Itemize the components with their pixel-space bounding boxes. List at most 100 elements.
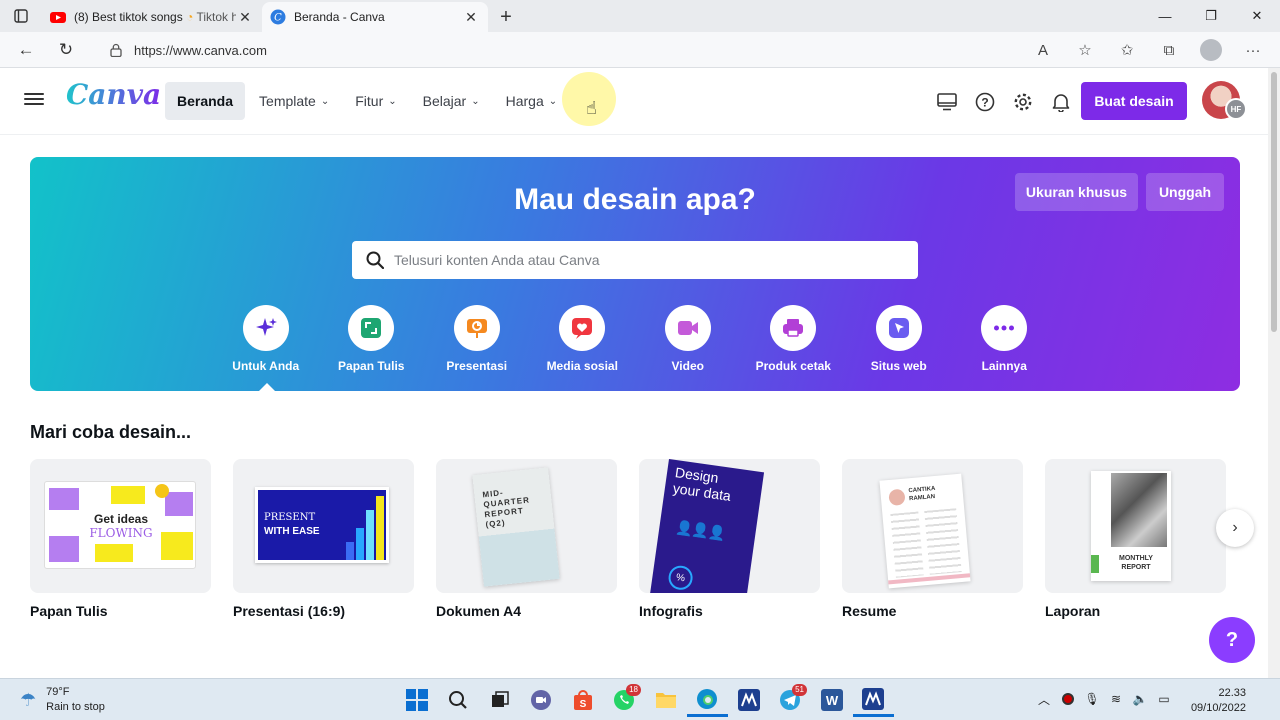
pinned-app-1[interactable]: [728, 683, 770, 717]
read-aloud-icon[interactable]: A: [1022, 34, 1064, 66]
chevron-down-icon: ⌄: [388, 95, 397, 107]
category-presentasi[interactable]: Presentasi: [424, 305, 530, 373]
category-media-sosial[interactable]: Media sosial: [530, 305, 636, 373]
back-button[interactable]: ←: [6, 34, 46, 66]
nav-harga[interactable]: Harga ⌄: [494, 82, 570, 120]
gear-icon[interactable]: [1004, 88, 1042, 116]
weather-desc: Rain to stop: [46, 701, 105, 713]
maximize-button[interactable]: ❐: [1188, 0, 1234, 32]
art-text: REPORT: [1121, 564, 1151, 571]
word-app[interactable]: W: [811, 683, 853, 717]
art-text: CANTIKA: [908, 485, 936, 495]
bell-icon[interactable]: [1042, 88, 1080, 116]
settings-more-icon[interactable]: ···: [1232, 34, 1274, 66]
chat-app[interactable]: [521, 683, 563, 717]
art-text: RAMLAN: [908, 494, 936, 503]
upload-button[interactable]: Unggah: [1146, 173, 1224, 211]
volume-icon[interactable]: 🔈: [1128, 689, 1152, 709]
tab-youtube[interactable]: (8) Best tiktok songs ◔ Tiktok h ✕: [42, 2, 262, 32]
create-design-button[interactable]: Buat desain: [1081, 82, 1187, 120]
app-m-icon: [737, 689, 760, 711]
svg-text:C: C: [274, 13, 282, 24]
tab-close-icon[interactable]: ✕: [236, 9, 254, 26]
record-icon[interactable]: [1056, 689, 1080, 709]
pinned-app-2[interactable]: [852, 683, 894, 717]
reload-icon: ↻: [58, 39, 74, 59]
desktop-app-icon[interactable]: [928, 88, 966, 116]
art-text: FLOWING: [89, 526, 153, 540]
whatsapp-app[interactable]: 18: [604, 683, 646, 717]
category-label: Media sosial: [546, 359, 618, 373]
favorites-icon[interactable]: ✩: [1106, 34, 1148, 66]
template-thumbnail: MID- QUARTER REPORT (Q2): [436, 459, 617, 593]
template-card-report[interactable]: MONTHLY REPORT Laporan: [1045, 459, 1226, 619]
chevron-up-icon[interactable]: ︿: [1032, 689, 1056, 709]
folder-icon: [655, 693, 676, 708]
chat-icon: [531, 690, 552, 710]
menu-icon[interactable]: [24, 90, 44, 110]
clock[interactable]: 22.33 09/10/2022: [1188, 686, 1246, 716]
nav-fitur[interactable]: Fitur ⌄: [343, 82, 408, 120]
category-untuk-anda[interactable]: Untuk Anda: [213, 305, 319, 373]
windows-icon: [405, 689, 428, 711]
new-tab-button[interactable]: +: [488, 2, 524, 32]
shopee-icon: S: [573, 690, 592, 710]
printer-icon: [783, 319, 804, 337]
url-text: https://www.canva.com: [134, 42, 267, 58]
category-lainnya[interactable]: Lainnya: [952, 305, 1058, 373]
nav-template[interactable]: Template ⌄: [247, 82, 341, 120]
custom-size-button[interactable]: Ukuran khusus: [1015, 173, 1138, 211]
template-card-resume[interactable]: CANTIKA RAMLAN Resume: [842, 459, 1023, 619]
tab-canva[interactable]: C Beranda - Canva ✕: [262, 2, 488, 32]
battery-icon[interactable]: ▭: [1152, 689, 1176, 709]
task-view-button[interactable]: [479, 683, 521, 717]
main-nav: Beranda Template ⌄ Fitur ⌄ Belajar ⌄ Harga ⌄: [165, 82, 571, 120]
minimize-button[interactable]: —: [1142, 0, 1188, 32]
tab-actions-button[interactable]: [0, 0, 42, 32]
template-label: Resume: [842, 603, 897, 619]
wifi-icon[interactable]: ≋: [1104, 689, 1128, 709]
nav-beranda[interactable]: Beranda: [165, 82, 246, 120]
template-card-whiteboard[interactable]: Get ideas FLOWING Papan Tulis: [30, 459, 211, 619]
search-icon: [449, 691, 468, 709]
url-field[interactable]: https://www.canva.com: [96, 35, 1036, 65]
category-video[interactable]: Video: [635, 305, 741, 373]
edge-app[interactable]: [686, 683, 728, 717]
category-label: Untuk Anda: [232, 359, 300, 373]
arrow-left-icon: ←: [17, 39, 35, 59]
category-situs-web[interactable]: Situs web: [846, 305, 952, 373]
canva-logo[interactable]: Canva: [66, 78, 161, 111]
video-icon: [677, 321, 698, 335]
scrollbar-thumb[interactable]: [1271, 72, 1277, 332]
svg-text:S: S: [579, 699, 586, 710]
carousel-next-button[interactable]: ›: [1216, 509, 1254, 547]
profile-button[interactable]: [1190, 34, 1232, 66]
template-card-presentation[interactable]: PRESENT WITH EASE Presentasi (16:9): [233, 459, 414, 619]
system-tray: ︿ 🎙 ≋ 🔈 ▭: [1032, 689, 1176, 709]
window-controls: — ❐ ✕: [1142, 0, 1280, 32]
file-explorer-app[interactable]: [645, 683, 687, 717]
category-label: Produk cetak: [755, 359, 831, 373]
collections-icon[interactable]: ⧉: [1148, 34, 1190, 66]
weather-widget[interactable]: ☂ 79°F Rain to stop: [20, 685, 105, 715]
category-produk-cetak[interactable]: Produk cetak: [741, 305, 847, 373]
search-taskbar-button[interactable]: [438, 683, 480, 717]
telegram-app[interactable]: 51: [770, 683, 812, 717]
add-favorite-icon[interactable]: ☆: [1064, 34, 1106, 66]
tab-close-icon[interactable]: ✕: [462, 9, 480, 26]
nav-belajar[interactable]: Belajar ⌄: [411, 82, 492, 120]
help-fab-button[interactable]: ?: [1209, 617, 1255, 663]
help-icon[interactable]: ?: [966, 88, 1004, 116]
shopee-app[interactable]: S: [562, 683, 604, 717]
category-papan-tulis[interactable]: Papan Tulis: [319, 305, 425, 373]
microphone-icon[interactable]: 🎙: [1080, 689, 1104, 709]
template-card-infographic[interactable]: Design your data 👤👤👤 % Infografis: [639, 459, 820, 619]
reload-button[interactable]: ↻: [46, 34, 86, 66]
page-scrollbar[interactable]: [1268, 68, 1280, 678]
tab-tiktok-title: Tiktok h: [196, 10, 236, 24]
nav-label: Template: [259, 93, 316, 109]
search-input[interactable]: [394, 252, 894, 268]
start-button[interactable]: [396, 683, 438, 717]
template-card-a4[interactable]: MID- QUARTER REPORT (Q2) Dokumen A4: [436, 459, 617, 619]
close-window-button[interactable]: ✕: [1234, 0, 1280, 32]
